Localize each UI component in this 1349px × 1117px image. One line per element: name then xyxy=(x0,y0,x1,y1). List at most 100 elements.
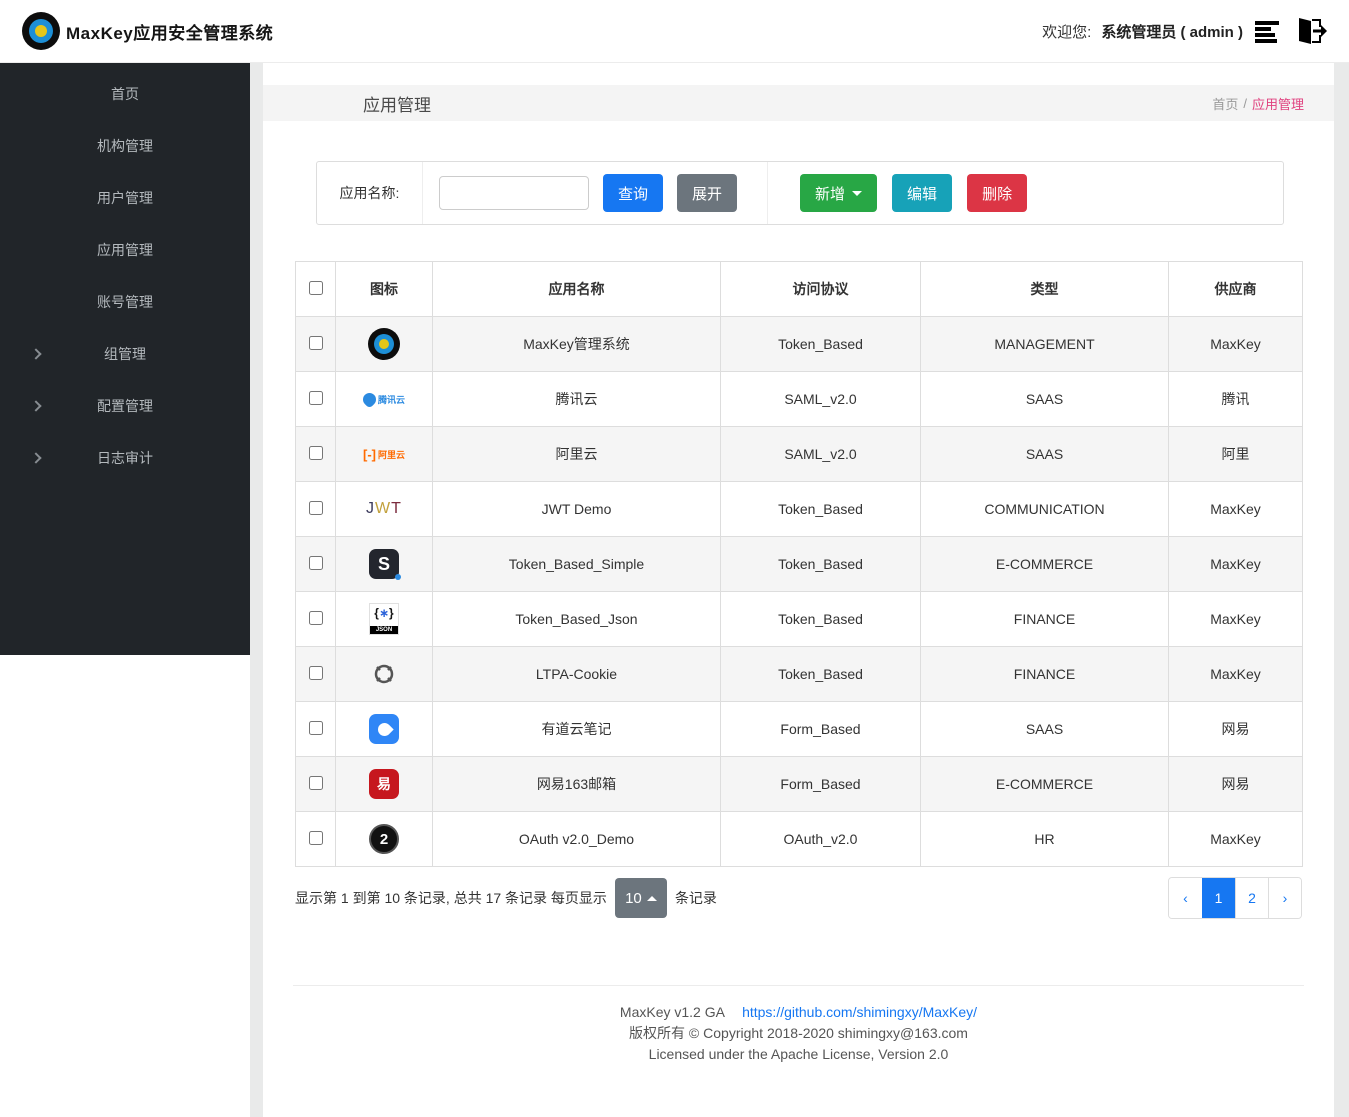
vendor-cell: MaxKey xyxy=(1168,536,1303,592)
tencent-glyph-icon xyxy=(360,389,379,409)
vendor-cell: 腾讯 xyxy=(1168,371,1303,427)
records-info-text: 显示第 1 到第 10 条记录, 总共 17 条记录 每页显示 xyxy=(295,890,607,906)
sidebar-item-0[interactable]: 首页 xyxy=(0,68,250,120)
table-body: MaxKey管理系统 Token_Based MANAGEMENT MaxKey 腾讯云… xyxy=(295,316,1303,867)
type-cell: COMMUNICATION xyxy=(920,481,1169,537)
table-row: LTPA-Cookie Token_Based FINANCE MaxKey xyxy=(295,646,1303,702)
s-letter-icon: S xyxy=(337,549,432,580)
page-button-2[interactable]: 2 xyxy=(1235,878,1268,918)
app-name-cell: 阿里云 xyxy=(432,426,721,482)
type-cell: FINANCE xyxy=(920,591,1169,647)
page-size-dropdown[interactable]: 10 xyxy=(614,878,667,918)
alibaba-cloud-icon: [-] 阿里云 xyxy=(337,447,432,462)
protocol-cell: Form_Based xyxy=(720,701,921,757)
row-checkbox[interactable] xyxy=(308,830,323,845)
app-name-label: 应用名称: xyxy=(317,162,423,224)
table-row: 腾讯云 腾讯云 SAML_v2.0 SAAS 腾讯 xyxy=(295,371,1303,427)
app-header: MaxKey应用安全管理系统 欢迎您: 系统管理员 ( admin ) xyxy=(0,0,1349,63)
vendor-cell: MaxKey xyxy=(1168,646,1303,702)
breadcrumb-bar: 应用管理 首页 / 应用管理 xyxy=(263,85,1334,121)
current-user-label: 系统管理员 ( admin ) xyxy=(1101,23,1243,41)
pager: ‹ 12 › xyxy=(1168,877,1302,919)
sidebar-item-3[interactable]: 应用管理 xyxy=(0,224,250,276)
sidebar-menu: 首页 机构管理 用户管理应用管理账号管理组管理 配置管理 日志审计 xyxy=(0,63,250,655)
sidebar-item-label: 账号管理 xyxy=(97,294,153,310)
column-header-icon: 图标 xyxy=(335,261,433,317)
caret-up-icon xyxy=(646,895,657,901)
table-row: S Token_Based_Simple Token_Based E-COMMERCE… xyxy=(295,536,1303,592)
row-checkbox[interactable] xyxy=(308,720,323,735)
vendor-cell: 阿里 xyxy=(1168,426,1303,482)
menu-list-icon[interactable] xyxy=(1253,16,1283,46)
footer-version-line: MaxKey v1.2 GA https://github.com/shimin… xyxy=(293,1002,1304,1023)
app-name-cell: JWT Demo xyxy=(432,481,721,537)
query-button[interactable]: 查询 xyxy=(603,174,664,212)
page-button-1[interactable]: 1 xyxy=(1202,878,1235,918)
row-icon-cell: 易 xyxy=(335,756,433,812)
json-label: JSON xyxy=(370,626,398,634)
breadcrumb-home-link[interactable]: 首页 xyxy=(1212,94,1238,113)
expand-button[interactable]: 展开 xyxy=(677,174,738,212)
filter-main: 查询 展开 xyxy=(423,162,738,224)
netease-163-icon: 易 xyxy=(337,769,432,799)
type-cell: FINANCE xyxy=(920,646,1169,702)
header-right: 欢迎您: 系统管理员 ( admin ) xyxy=(1042,14,1327,48)
prev-page-button[interactable]: ‹ xyxy=(1169,878,1202,918)
row-select-cell xyxy=(295,591,336,647)
row-select-cell xyxy=(295,316,336,372)
row-icon-cell: [-] 阿里云 xyxy=(335,426,433,482)
page: MaxKey应用安全管理系统 欢迎您: 系统管理员 ( admin ) 首页 机… xyxy=(0,0,1349,1117)
sidebar-item-1[interactable]: 机构管理 xyxy=(0,120,250,172)
left-gutter xyxy=(250,63,263,1117)
column-header-name: 应用名称 xyxy=(432,261,721,317)
sidebar-item-label: 应用管理 xyxy=(97,242,153,258)
app-name-input[interactable] xyxy=(439,176,589,210)
maxkey-icon xyxy=(337,328,432,360)
next-page-button[interactable]: › xyxy=(1268,878,1301,918)
vendor-cell: 网易 xyxy=(1168,756,1303,812)
sidebar-item-5[interactable]: 组管理 xyxy=(0,328,250,380)
tencent-cloud-icon: 腾讯云 xyxy=(337,389,432,409)
footer-github-link[interactable]: https://github.com/shimingxy/MaxKey/ xyxy=(742,1004,977,1020)
chevron-right-icon xyxy=(30,400,42,412)
row-select-cell xyxy=(295,701,336,757)
row-checkbox[interactable] xyxy=(308,775,323,790)
ltpa-target-icon xyxy=(374,664,394,684)
welcome-label: 欢迎您: xyxy=(1042,23,1092,41)
sidebar-item-2[interactable]: 用户管理 xyxy=(0,172,250,224)
chevron-right-icon xyxy=(30,348,42,360)
oauth2-icon: 2 xyxy=(337,824,432,854)
protocol-cell: Token_Based xyxy=(720,481,921,537)
maxkey-logo-icon xyxy=(22,12,60,50)
row-select-cell xyxy=(295,756,336,812)
delete-button[interactable]: 删除 xyxy=(967,174,1028,212)
app-name-cell: 有道云笔记 xyxy=(432,701,721,757)
sidebar-item-6[interactable]: 配置管理 xyxy=(0,380,250,432)
row-checkbox[interactable] xyxy=(308,500,323,515)
sidebar-item-4[interactable]: 账号管理 xyxy=(0,276,250,328)
row-checkbox[interactable] xyxy=(308,555,323,570)
youdao-note-icon xyxy=(337,714,432,744)
row-checkbox[interactable] xyxy=(308,390,323,405)
youdao-note-icon xyxy=(369,714,399,744)
protocol-cell: Form_Based xyxy=(720,756,921,812)
sidebar-item-7[interactable]: 日志审计 xyxy=(0,432,250,484)
jwt-icon: JWT xyxy=(337,500,432,518)
add-button[interactable]: 新增 xyxy=(800,174,878,212)
edit-button[interactable]: 编辑 xyxy=(892,174,953,212)
row-checkbox[interactable] xyxy=(308,665,323,680)
caret-down-icon xyxy=(852,190,863,196)
table-row: {∗} JSON Token_Based_Json Token_Based FINANC… xyxy=(295,591,1303,647)
pagination-row: 显示第 1 到第 10 条记录, 总共 17 条记录 每页显示 10 条记录 ‹… xyxy=(295,867,1302,929)
select-all-checkbox[interactable] xyxy=(308,280,323,295)
logout-icon[interactable] xyxy=(1293,14,1327,48)
row-icon-cell: {∗} JSON xyxy=(335,591,433,647)
protocol-cell: Token_Based xyxy=(720,591,921,647)
tencent-cloud-icon: 腾讯云 xyxy=(360,389,405,409)
row-icon-cell: S xyxy=(335,536,433,592)
vendor-cell: MaxKey xyxy=(1168,481,1303,537)
row-checkbox[interactable] xyxy=(308,445,323,460)
row-checkbox[interactable] xyxy=(308,335,323,350)
row-checkbox[interactable] xyxy=(308,610,323,625)
vendor-cell: MaxKey xyxy=(1168,316,1303,372)
